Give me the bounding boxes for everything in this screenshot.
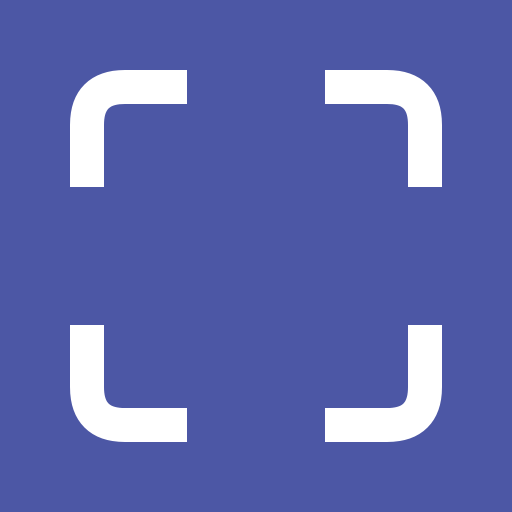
scan-frame-icon xyxy=(0,0,512,512)
app-icon-canvas xyxy=(0,0,512,512)
app-icon-background xyxy=(0,0,512,512)
